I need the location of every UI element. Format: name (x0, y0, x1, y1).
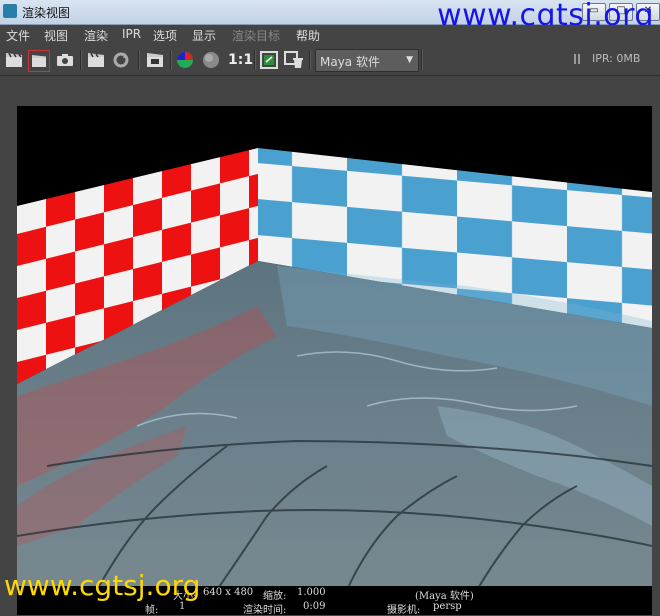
zoom-value: 1.000 (297, 587, 326, 598)
render-region-icon[interactable] (28, 50, 50, 72)
menu-ipr[interactable]: IPR (122, 27, 141, 41)
chevron-down-icon: ▼ (406, 55, 413, 65)
camera-label: 摄影机: (387, 605, 421, 616)
renderer-value: (Maya 软件) (415, 591, 474, 602)
zoom-label: 缩放: (263, 591, 287, 602)
renderer-select-value: Maya 软件 (320, 55, 380, 69)
renderer-select[interactable]: Maya 软件 ▼ (315, 49, 419, 72)
remove-image-icon[interactable] (284, 50, 304, 70)
snapshot-camera-icon[interactable] (55, 50, 75, 70)
render-settings-icon[interactable] (145, 50, 165, 70)
menu-options[interactable]: 选项 (153, 27, 177, 44)
frame-label: 帧: (145, 605, 159, 616)
menu-render[interactable]: 渲染 (84, 27, 108, 44)
menu-view[interactable]: 视图 (44, 27, 68, 44)
refresh-icon[interactable] (111, 50, 131, 70)
time-value: 0:09 (303, 601, 326, 612)
menu-render-target[interactable]: 渲染目标 (232, 27, 280, 44)
menu-help[interactable]: 帮助 (296, 27, 320, 44)
clapboard-render-icon[interactable] (4, 50, 24, 70)
pause-icon[interactable] (574, 54, 576, 64)
real-size-ratio[interactable]: 1:1 (228, 52, 253, 68)
watermark-bottom: www.cgtsj.org (4, 569, 201, 602)
window-title: 渲染视图 (22, 6, 71, 20)
menu-file[interactable]: 文件 (6, 27, 30, 44)
time-label: 渲染时间: (243, 605, 287, 616)
alpha-channel-icon[interactable] (201, 50, 221, 70)
menu-display[interactable]: 显示 (192, 27, 216, 44)
ipr-memory-status: IPR: 0MB (592, 52, 641, 65)
maya-app-icon (3, 4, 17, 18)
frame-value: 1 (179, 601, 186, 612)
rendered-image[interactable] (17, 106, 652, 590)
keep-image-icon[interactable] (259, 50, 279, 70)
camera-value: persp (433, 601, 462, 612)
ipr-render-icon[interactable] (86, 50, 106, 70)
rgb-channels-icon[interactable] (175, 50, 195, 70)
size-value: 640 x 480 (203, 587, 254, 598)
menu-bar: 文件 视图 渲染 IPR 选项 显示 渲染目标 帮助 (0, 25, 660, 45)
